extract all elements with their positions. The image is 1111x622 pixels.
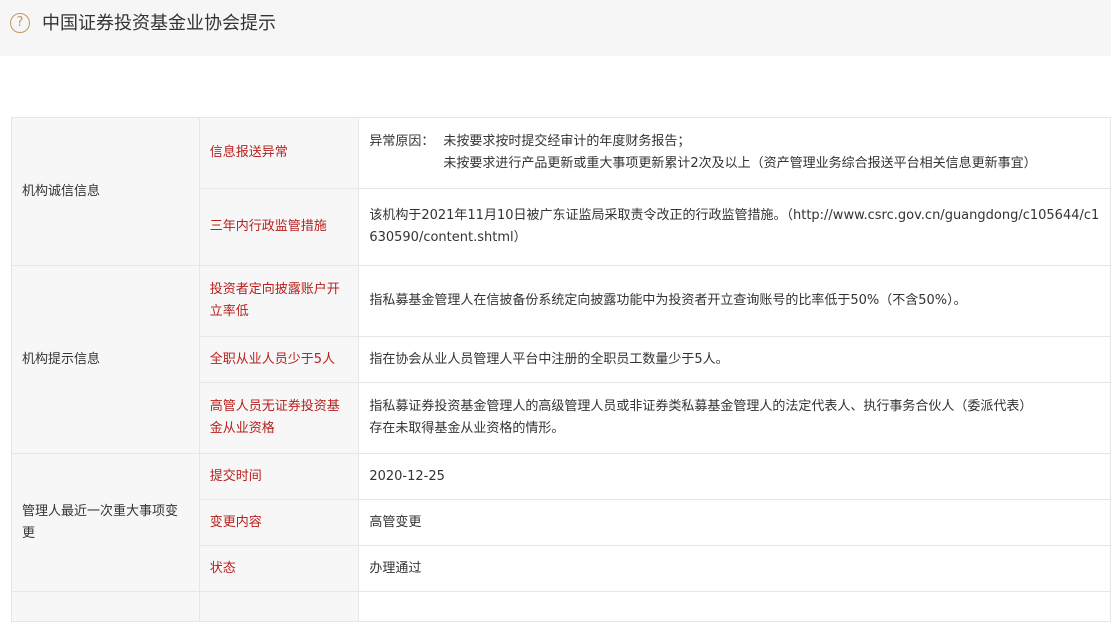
info-table: 机构诚信信息 信息报送异常 异常原因： 未按要求按时提交经审计的年度财务报告； … — [11, 117, 1111, 622]
item-label-submit-time: 提交时间 — [198, 453, 360, 500]
table-row: 机构提示信息 投资者定向披露账户开立率低 指私募基金管理人在信披备份系统定向披露… — [11, 265, 1111, 454]
table-row: 机构诚信信息 信息报送异常 异常原因： 未按要求按时提交经审计的年度财务报告； … — [11, 117, 1111, 266]
item-label-info-abnormal: 信息报送异常 — [198, 117, 360, 189]
executives-value: 指私募证券投资基金管理人的高级管理人员或非证券类私募基金管理人的法定代表人、执行… — [358, 382, 1111, 454]
section-title-recent-change: 管理人最近一次重大事项变更 — [11, 453, 200, 592]
item-label-change-content: 变更内容 — [198, 499, 360, 546]
executives-text-2: 存在未取得基金从业资格的情形。 — [369, 421, 565, 436]
item-label-admin-measures: 三年内行政监管措施 — [198, 188, 360, 266]
reason-label: 异常原因： — [369, 134, 435, 149]
page-header: ? 中国证券投资基金业协会提示 — [0, 0, 1111, 56]
item-label-executives: 高管人员无证券投资基金从业资格 — [198, 382, 360, 454]
staff-value: 指在协会从业人员管理人平台中注册的全职员工数量少于5人。 — [358, 336, 1111, 383]
status-value: 办理通过 — [358, 545, 1111, 592]
section-title-tips: 机构提示信息 — [11, 265, 200, 454]
change-content-value: 高管变更 — [358, 499, 1111, 546]
item-label-staff: 全职从业人员少于5人 — [198, 336, 360, 383]
reason-text-1: 未按要求按时提交经审计的年度财务报告； — [443, 134, 691, 149]
section-title-integrity: 机构诚信信息 — [11, 117, 200, 266]
item-label-disclosure: 投资者定向披露账户开立率低 — [198, 265, 360, 337]
submit-time-value: 2020-12-25 — [358, 453, 1111, 500]
question-icon: ? — [10, 13, 30, 33]
item-label-status: 状态 — [198, 545, 360, 592]
admin-measures-value: 该机构于2021年11月10日被广东证监局采取责令改正的行政监管措施。（http… — [358, 188, 1111, 266]
table-row: 管理人最近一次重大事项变更 提交时间 2020-12-25 — [11, 453, 1111, 592]
disclosure-value: 指私募基金管理人在信披备份系统定向披露功能中为投资者开立查询账号的比率低于50%… — [358, 265, 1111, 337]
table-row — [11, 591, 1111, 622]
page-title: 中国证券投资基金业协会提示 — [42, 13, 276, 34]
info-abnormal-value: 异常原因： 未按要求按时提交经审计的年度财务报告； 异常原因： 未按要求进行产品… — [358, 117, 1111, 189]
reason-text-2: 未按要求进行产品更新或重大事项更新累计2次及以上（资产管理业务综合报送平台相关信… — [443, 156, 1037, 171]
executives-text-1: 指私募证券投资基金管理人的高级管理人员或非证券类私募基金管理人的法定代表人、执行… — [369, 399, 1033, 414]
